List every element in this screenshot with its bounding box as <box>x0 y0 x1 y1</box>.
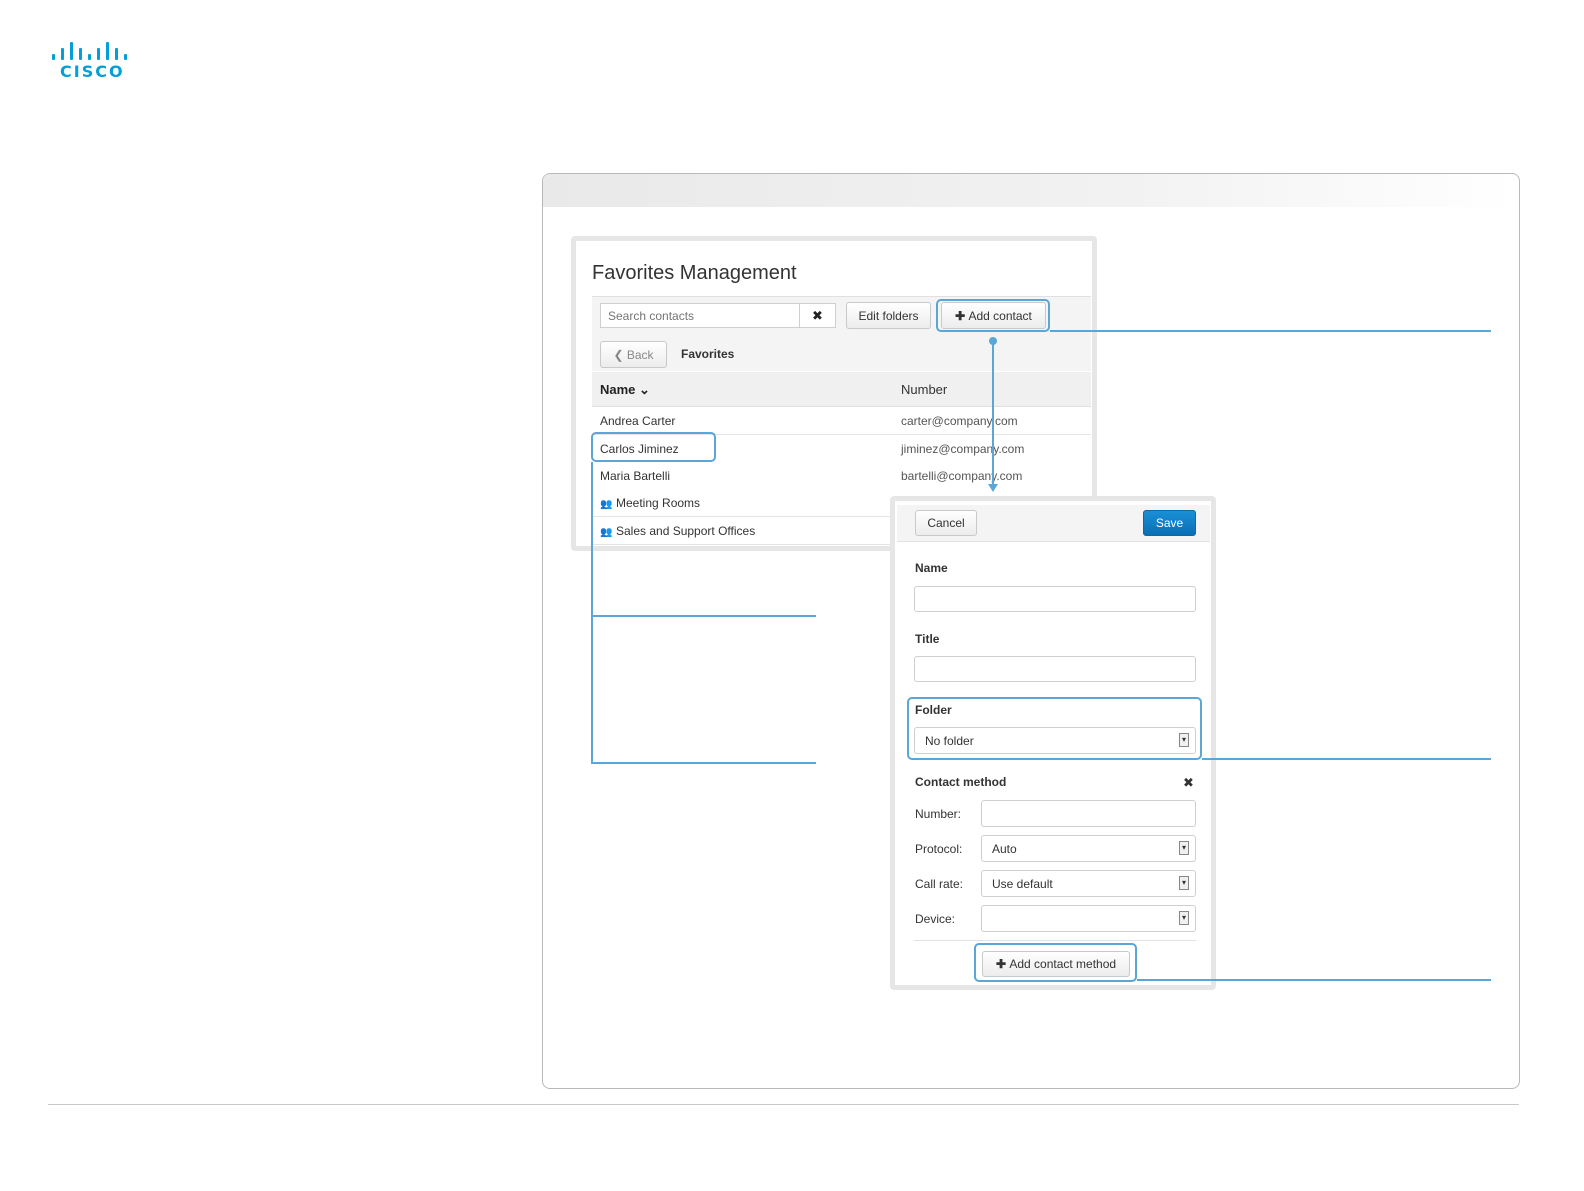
contact-method-label: Contact method <box>915 775 1007 789</box>
table-header <box>592 372 1091 407</box>
call-rate-select[interactable]: Use default ▾ <box>981 870 1196 897</box>
number-label: Number: <box>915 807 962 821</box>
contact-number: bartelli@company.com <box>901 469 1023 483</box>
contact-method-divider <box>914 940 1196 941</box>
table-row[interactable]: Maria Bartelli bartelli@company.com <box>592 462 1091 490</box>
clear-search-button[interactable]: ✖ <box>800 303 836 328</box>
back-button[interactable]: ❮ Back <box>600 341 667 368</box>
column-header-name-label: Name <box>600 382 636 397</box>
protocol-select[interactable]: Auto ▾ <box>981 835 1196 862</box>
chevron-left-icon: ❮ <box>613 348 627 362</box>
dropdown-arrow-icon: ▾ <box>1179 876 1189 890</box>
search-input[interactable] <box>600 303 800 328</box>
protocol-select-value: Auto <box>992 842 1017 856</box>
contact-row-highlight <box>591 432 716 462</box>
number-input[interactable] <box>981 800 1196 827</box>
group-icon: 👥 <box>600 527 613 538</box>
cisco-wordmark: CISCO <box>60 62 125 81</box>
add-contact-highlight <box>936 299 1050 332</box>
save-button[interactable]: Save <box>1143 510 1196 536</box>
callout-line <box>1202 758 1491 760</box>
callout-dot <box>989 337 997 345</box>
group-icon: 👥 <box>600 499 613 510</box>
device-select[interactable]: ▾ <box>981 905 1196 932</box>
cisco-bars-icon <box>52 40 127 60</box>
dropdown-arrow-icon: ▾ <box>1179 841 1189 855</box>
cisco-logo: CISCO <box>52 40 132 82</box>
title-label: Title <box>915 632 940 646</box>
column-header-name[interactable]: Name ⌄ <box>600 382 650 398</box>
folder-name: Meeting Rooms <box>616 496 701 510</box>
add-method-highlight <box>974 943 1137 982</box>
close-icon: ✖ <box>812 308 823 323</box>
remove-contact-method-icon[interactable]: ✖ <box>1183 775 1194 791</box>
cancel-button[interactable]: Cancel <box>915 510 977 536</box>
callout-line <box>1137 979 1491 981</box>
device-label: Device: <box>915 912 956 926</box>
contact-number: carter@company.com <box>901 414 1018 428</box>
folder-name: Sales and Support Offices <box>616 524 756 538</box>
back-label: Back <box>626 348 654 362</box>
column-header-number: Number <box>901 382 948 397</box>
footer-divider <box>48 1104 1519 1105</box>
folder-highlight <box>907 697 1202 760</box>
callout-line <box>591 762 816 764</box>
callout-line <box>1050 330 1491 332</box>
contact-name: Maria Bartelli <box>600 469 671 483</box>
breadcrumb: Favorites <box>681 347 735 361</box>
contact-number: jiminez@company.com <box>901 442 1025 456</box>
callout-line <box>992 341 994 487</box>
call-rate-label: Call rate: <box>915 877 964 891</box>
contact-name: Andrea Carter <box>600 414 676 428</box>
callout-line <box>591 462 593 764</box>
edit-folders-button[interactable]: Edit folders <box>846 302 931 329</box>
call-rate-select-value: Use default <box>992 877 1053 891</box>
dropdown-arrow-icon: ▾ <box>1179 911 1189 925</box>
callout-arrow-icon <box>988 484 998 492</box>
table-row[interactable]: Andrea Carter carter@company.com <box>592 407 1091 435</box>
callout-line <box>591 615 816 617</box>
protocol-label: Protocol: <box>915 842 963 856</box>
name-label: Name <box>915 561 948 575</box>
chevron-down-icon: ⌄ <box>639 382 650 397</box>
frame-header-band <box>543 174 1518 207</box>
page-title: Favorites Management <box>592 262 797 284</box>
name-input[interactable] <box>914 586 1196 612</box>
title-input[interactable] <box>914 656 1196 682</box>
